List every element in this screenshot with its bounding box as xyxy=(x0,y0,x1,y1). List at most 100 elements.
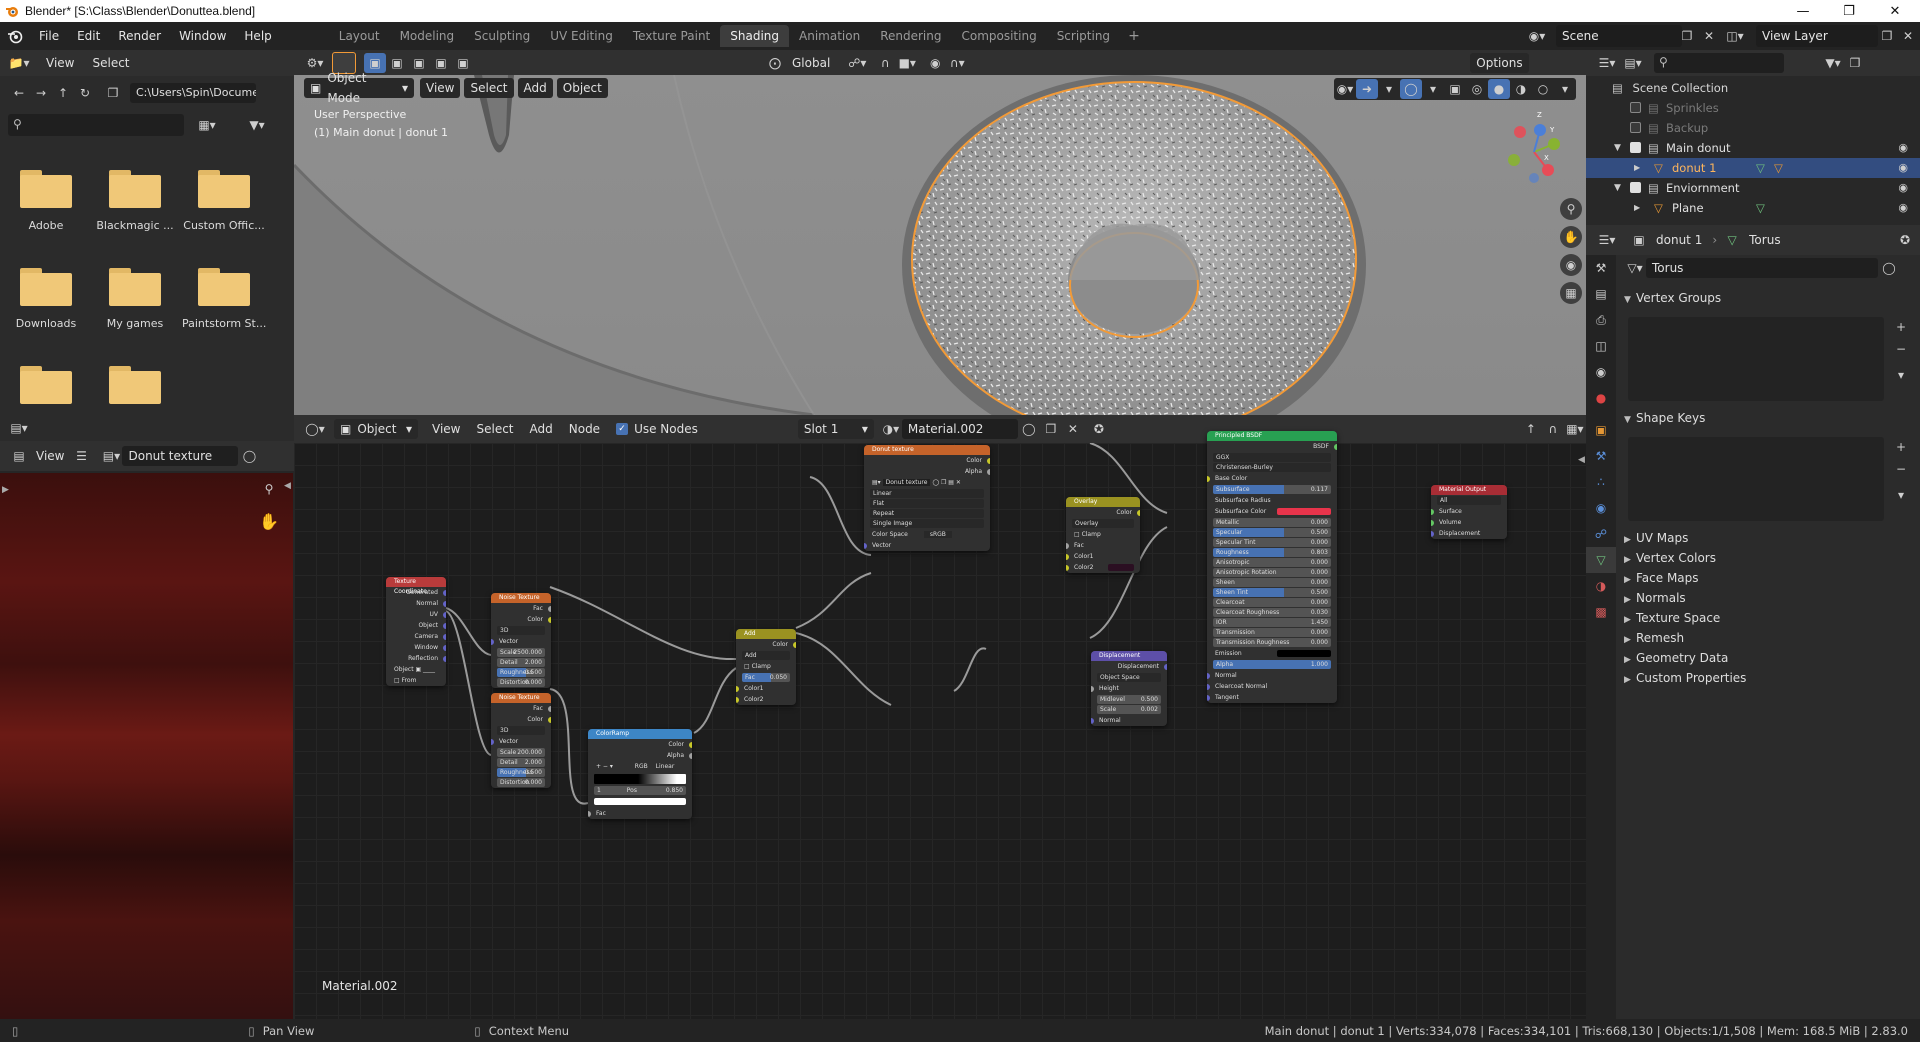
folder-item[interactable]: Blackmagic ... xyxy=(93,170,177,232)
overlay-dropdown-icon[interactable]: ▾ xyxy=(1422,79,1444,99)
panel-header[interactable]: ▶ Face Maps xyxy=(1624,571,1699,585)
exclude-checkbox[interactable] xyxy=(1630,182,1641,193)
node-value-field[interactable]: Specular 0.500 xyxy=(1213,528,1331,537)
node-color-input[interactable]: Emission xyxy=(1207,648,1337,659)
node-object-field[interactable]: Object ▣ ____ xyxy=(386,664,446,675)
node-input-socket[interactable]: Color1 xyxy=(1066,551,1140,562)
node-value-field[interactable]: Detail 2.000 xyxy=(497,758,545,767)
image-browse-icon[interactable]: ▤▾ xyxy=(100,446,122,466)
shape-keys-list[interactable] xyxy=(1628,437,1884,521)
node-value-field[interactable]: Distortion 0.000 xyxy=(497,778,545,787)
menu-edit[interactable]: Edit xyxy=(68,29,109,43)
back-arrow-icon[interactable]: ← xyxy=(8,83,30,103)
image-editor-type-icon[interactable]: ▤▾ xyxy=(8,418,30,438)
add-shape-key-icon[interactable]: + xyxy=(1890,437,1912,457)
node-value-field[interactable]: Subsurface 0.117 xyxy=(1213,485,1331,494)
node-input-socket[interactable]: Color1 xyxy=(736,683,796,694)
panel-header[interactable]: ▶ Remesh xyxy=(1624,631,1684,645)
new-collection-icon[interactable]: ❐ xyxy=(1844,53,1866,73)
select-invert-icon[interactable]: ▣ xyxy=(430,53,452,73)
node-view-menu[interactable]: View xyxy=(426,419,466,439)
node-value-field[interactable]: Midlevel 0.500 xyxy=(1097,695,1161,704)
node-output-socket[interactable]: Displacement xyxy=(1091,661,1167,672)
zoom-icon[interactable]: ⚲ xyxy=(258,479,280,499)
parent-node-tree-icon[interactable]: ↑ xyxy=(1520,419,1542,439)
mesh-name-field[interactable]: Torus xyxy=(1646,258,1878,278)
gizmo-toggle-icon[interactable]: ➜ xyxy=(1356,79,1378,99)
node-input-socket[interactable]: Fac xyxy=(588,808,692,819)
outliner-row[interactable]: ▤ Sprinkles xyxy=(1586,98,1920,118)
node-value-field[interactable]: Sheen Tint 0.500 xyxy=(1213,588,1331,597)
node-input-socket[interactable]: Tangent xyxy=(1207,692,1337,703)
panel-header[interactable]: ▶ Custom Properties xyxy=(1624,671,1746,685)
mesh-browse-icon[interactable]: ▽▾ xyxy=(1624,258,1646,278)
gizmo-dropdown-icon[interactable]: ▾ xyxy=(1378,79,1400,99)
tab-modifiers[interactable]: ⚒ xyxy=(1586,443,1616,469)
node-value-field[interactable]: Scale 0.002 xyxy=(1097,705,1161,714)
node-output-socket[interactable]: Reflection xyxy=(386,653,446,664)
new-folder-icon[interactable]: ❐ xyxy=(102,83,124,103)
node-dropdown[interactable]: Christensen-Burley xyxy=(1213,463,1331,472)
tab-world[interactable]: ● xyxy=(1586,385,1616,411)
vertex-group-menu-icon[interactable]: ▾ xyxy=(1890,365,1912,385)
image-canvas[interactable] xyxy=(0,473,293,1019)
node-displacement[interactable]: Displacement Displacement Object Space Heig… xyxy=(1091,651,1167,726)
minimize-icon[interactable]: — xyxy=(1780,0,1826,22)
snap-node-icon[interactable]: ∩ xyxy=(1542,419,1564,439)
panel-header[interactable]: ▶ Texture Space xyxy=(1624,611,1720,625)
node-dropdown[interactable]: Add xyxy=(742,651,790,660)
ortho-toggle-icon[interactable]: ▦ xyxy=(1560,282,1582,304)
from-instancer-checkbox[interactable]: □ From Instancer xyxy=(386,675,446,686)
node-value-field[interactable]: Detail 2.000 xyxy=(497,658,545,667)
tab-texture[interactable]: ▩ xyxy=(1586,599,1616,625)
image-name-field[interactable]: Donut texture xyxy=(122,446,239,466)
node-output-socket[interactable]: Normal xyxy=(386,598,446,609)
refresh-icon[interactable]: ↻ xyxy=(74,83,96,103)
menu-help[interactable]: Help xyxy=(235,29,280,43)
menu-window[interactable]: Window xyxy=(170,29,235,43)
outliner-row[interactable]: ▼ ▤ Main donut ◉ xyxy=(1586,138,1920,158)
tab-physics[interactable]: ◉ xyxy=(1586,495,1616,521)
node-value-field[interactable]: Metallic 0.000 xyxy=(1213,518,1331,527)
falloff-icon[interactable]: ∩▾ xyxy=(946,53,968,73)
node-output[interactable]: Material Output All Surface Volume Displacem… xyxy=(1431,485,1507,539)
viewport-view-menu[interactable]: View xyxy=(420,78,461,98)
snap-icon[interactable]: ∩ xyxy=(874,53,896,73)
rendered-shading-icon[interactable]: ○ xyxy=(1532,79,1554,99)
node-input-socket[interactable]: Displacement xyxy=(1431,528,1507,539)
scene-icon[interactable]: ◉▾ xyxy=(1526,26,1548,46)
maximize-icon[interactable]: ❐ xyxy=(1826,0,1872,22)
node-value-field[interactable]: IOR 1.450 xyxy=(1213,618,1331,627)
folder-item[interactable] xyxy=(4,366,88,415)
remove-vertex-group-icon[interactable]: − xyxy=(1890,339,1912,359)
node-editor-type-icon[interactable]: ◯▾ xyxy=(304,419,326,439)
node-output-socket[interactable]: Fac xyxy=(491,703,551,714)
node-canvas[interactable]: Texture Coordinate Generated Normal UV Objec… xyxy=(294,431,1586,1019)
tab-particles[interactable]: ∴ xyxy=(1586,469,1616,495)
node-input-socket[interactable]: Vector xyxy=(491,736,551,747)
tab-layout[interactable]: Layout xyxy=(329,25,390,47)
pivot-icon[interactable]: ☍▾ xyxy=(846,53,868,73)
eye-icon[interactable]: ◉ xyxy=(1898,198,1908,218)
duplicate-material-icon[interactable]: ❐ xyxy=(1040,419,1062,439)
shader-type-dropdown[interactable]: ▣ Object ▾ xyxy=(334,419,418,439)
snap-node-dropdown-icon[interactable]: ▦▾ xyxy=(1564,419,1586,439)
node-value-field[interactable]: Clearcoat 0.000 xyxy=(1213,598,1331,607)
node-output-socket[interactable]: UV xyxy=(386,609,446,620)
solid-shading-icon[interactable]: ● xyxy=(1488,79,1510,99)
node-output-socket[interactable]: Color xyxy=(588,739,692,750)
viewport-pan-icon[interactable]: ✋ xyxy=(1560,226,1582,248)
toolbar-toggle-icon[interactable]: ▶ xyxy=(2,485,9,495)
node-dropdown[interactable]: 3D xyxy=(497,626,545,635)
file-path-field[interactable]: C:\Users\Spin\Docume... xyxy=(130,83,256,103)
viewport-add-menu[interactable]: Add xyxy=(517,78,553,98)
node-dropdown[interactable]: Overlay xyxy=(1072,519,1134,528)
node-output-socket[interactable]: Color xyxy=(491,614,551,625)
node-output-socket[interactable]: Fac xyxy=(491,603,551,614)
select-intersect-icon[interactable]: ▣ xyxy=(452,53,474,73)
expand-arrow-icon[interactable]: ▼ xyxy=(1614,138,1621,158)
node-value-field[interactable]: Clearcoat Roughness 0.030 xyxy=(1213,608,1331,617)
node-output-socket[interactable]: Color xyxy=(491,714,551,725)
node-value-field[interactable]: Roughness 0.500 xyxy=(497,668,545,677)
tab-output[interactable]: ⎙ xyxy=(1586,307,1616,333)
